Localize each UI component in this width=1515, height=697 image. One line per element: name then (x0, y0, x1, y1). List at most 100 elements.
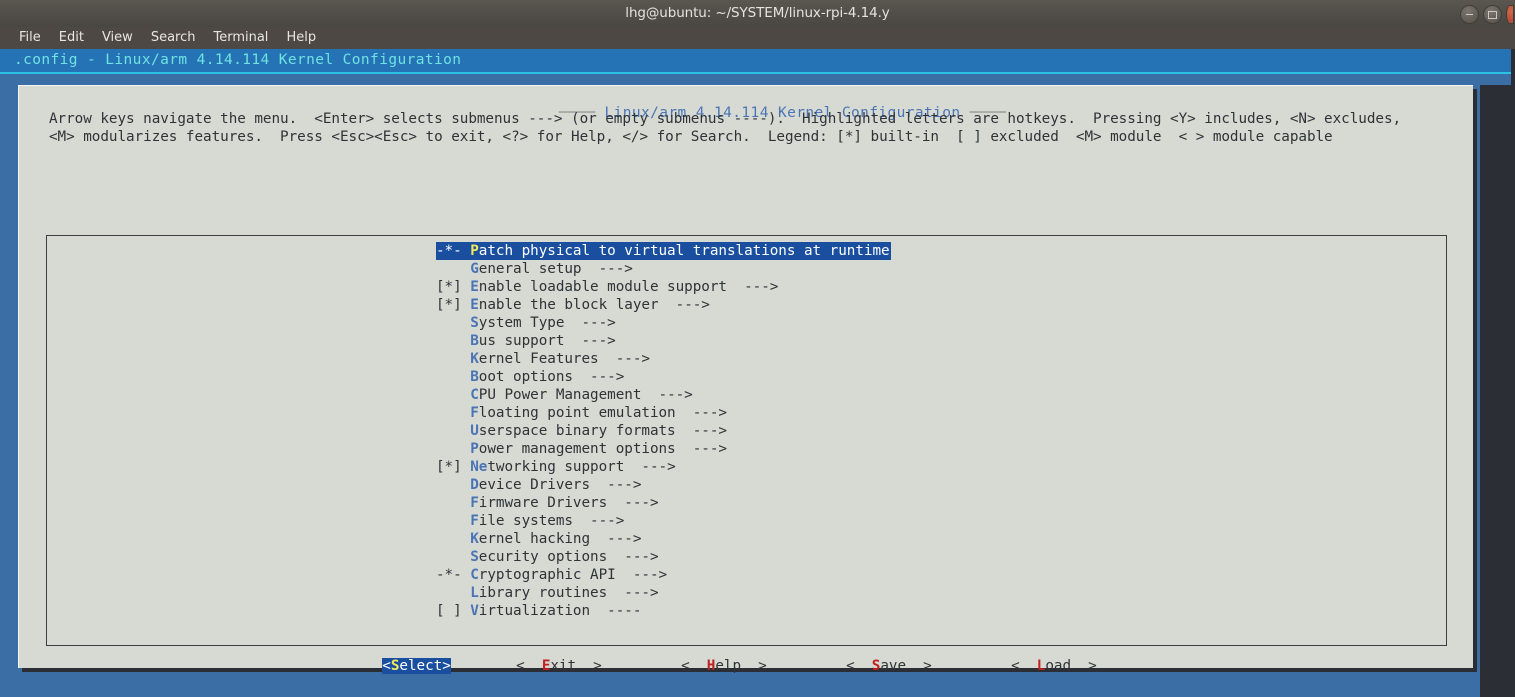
menu-item-marker (436, 531, 470, 547)
menu-item-submenu-arrow: ---- (590, 603, 642, 619)
menu-item-hotkey: E (470, 279, 479, 295)
menu-item-label: oot options (478, 369, 573, 385)
menu-list-item[interactable]: Kernel hacking ---> (47, 530, 1446, 548)
menu-item-label: tworking support (487, 459, 625, 475)
menu-item-submenu-arrow: ---> (564, 315, 616, 331)
menu-item-submenu-arrow: ---> (624, 459, 676, 475)
window-controls (1460, 5, 1514, 24)
button-label: xit (550, 658, 577, 674)
minimize-button[interactable] (1460, 5, 1479, 24)
menu-item-label: ernel hacking (478, 531, 591, 547)
menu-item-submenu-arrow: ---> (564, 333, 616, 349)
menu-list-item[interactable]: General setup ---> (47, 260, 1446, 278)
menu-item-submenu-arrow: ---> (641, 387, 693, 403)
button-suffix: > (442, 658, 451, 674)
button-gap (946, 658, 997, 674)
close-button[interactable] (1506, 5, 1514, 24)
menu-item-label: ystem Type (478, 315, 565, 331)
menu-item-hotkey: P (470, 441, 479, 457)
menu-item-hotkey: F (470, 513, 479, 529)
menu-item-hotkey: C (470, 387, 479, 403)
menu-item-search[interactable]: Search (142, 28, 205, 48)
menu-item-view[interactable]: View (93, 28, 142, 48)
menu-item-help[interactable]: Help (277, 28, 325, 48)
menu-item-submenu-arrow: ---> (607, 549, 659, 565)
menu-item-label: ernel Features (478, 351, 599, 367)
menu-item-label: ecurity options (478, 549, 608, 565)
menu-item-hotkey: S (470, 315, 479, 331)
menu-item-submenu-arrow: ---> (615, 567, 668, 583)
menu-item-file[interactable]: File (10, 28, 50, 48)
menu-list-item[interactable]: Kernel Features ---> (47, 350, 1446, 368)
menu-item-label: us support (478, 333, 565, 349)
menu-item-submenu-arrow: ---> (675, 441, 727, 457)
button-suffix: > (741, 658, 767, 674)
menu-bar: File Edit View Search Terminal Help (0, 27, 1515, 49)
button-label: elect (399, 658, 443, 674)
load-button[interactable]: < Load > (997, 658, 1111, 674)
menu-list-item[interactable]: Security options ---> (47, 548, 1446, 566)
menu-item-label: loating point emulation (478, 405, 676, 421)
help-line-1: Arrow keys navigate the menu. <Enter> se… (49, 111, 1402, 127)
menu-list-item[interactable]: -*- Cryptographic API ---> (47, 566, 1446, 584)
menu-item-marker (436, 495, 470, 511)
menu-item-hotkey: B (470, 333, 479, 349)
menu-item-marker: [*] (436, 459, 471, 475)
menu-list-item[interactable]: Userspace binary formats ---> (47, 422, 1446, 440)
menu-list-item[interactable]: File systems ---> (47, 512, 1446, 530)
button-gap (451, 658, 502, 674)
menu-item-terminal[interactable]: Terminal (204, 28, 277, 48)
menu-item-hotkey: C (470, 567, 479, 583)
button-prefix: < (382, 658, 391, 674)
exit-button[interactable]: < Exit > (502, 658, 616, 674)
close-icon (1507, 6, 1513, 23)
menu-item-hotkey: K (470, 531, 479, 547)
menu-list-item[interactable]: Bus support ---> (47, 332, 1446, 350)
help-text: Arrow keys navigate the menu. <Enter> se… (49, 110, 1401, 146)
menu-item-submenu-arrow: ---> (590, 531, 642, 547)
menu-list-item[interactable]: Power management options ---> (47, 440, 1446, 458)
menu-item-marker (436, 369, 470, 385)
select-button[interactable]: <Select> (382, 658, 451, 674)
menu-item-edit[interactable]: Edit (50, 28, 93, 48)
button-suffix: > (576, 658, 602, 674)
menu-item-hotkey: K (470, 351, 479, 367)
menu-item-hotkey: Ne (470, 459, 488, 475)
menu-item-selection: -*- Patch physical to virtual translatio… (436, 242, 891, 260)
maximize-button[interactable] (1483, 5, 1502, 24)
menu-list-item[interactable]: Firmware Drivers ---> (47, 494, 1446, 512)
menu-list-item[interactable]: [*] Enable the block layer ---> (47, 296, 1446, 314)
menu-list-item[interactable]: -*- Patch physical to virtual translatio… (47, 242, 1446, 260)
menu-item-submenu-arrow: ---> (572, 513, 625, 529)
menu-item-hotkey: S (470, 549, 479, 565)
menu-item-submenu-arrow: ---> (726, 279, 779, 295)
menu-list-item[interactable]: Library routines ---> (47, 584, 1446, 602)
maximize-icon (1484, 6, 1501, 23)
menu-item-hotkey: E (470, 297, 479, 313)
menu-item-submenu-arrow: ---> (581, 261, 633, 277)
menu-item-label: nable loadable module support (478, 279, 727, 295)
menu-list-item[interactable]: [*] Enable loadable module support ---> (47, 278, 1446, 296)
menu-item-marker (436, 405, 470, 421)
menuconfig-dialog: ──── Linux/arm 4.14.114 Kernel Configura… (18, 85, 1473, 674)
menu-list-item[interactable]: Floating point emulation ---> (47, 404, 1446, 422)
menu-item-label: atch physical to virtual translations at… (478, 243, 890, 259)
menu-item-marker (436, 441, 470, 457)
menu-list-item[interactable]: [ ] Virtualization ---- (47, 602, 1446, 620)
help-line-2: <M> modularizes features. Press <Esc><Es… (49, 129, 1333, 145)
help-button[interactable]: < Help > (667, 658, 781, 674)
menu-list-item[interactable]: CPU Power Management ---> (47, 386, 1446, 404)
menu-list-item[interactable]: Boot options ---> (47, 368, 1446, 386)
menu-list-item[interactable]: System Type ---> (47, 314, 1446, 332)
menu-item-label: irmware Drivers (478, 495, 608, 511)
menu-list-item[interactable]: Device Drivers ---> (47, 476, 1446, 494)
menu-item-hotkey: P (470, 243, 479, 259)
menu-item-marker: [*] (436, 297, 471, 313)
button-suffix: > (1071, 658, 1097, 674)
button-label: ave (880, 658, 907, 674)
menu-item-label: nable the block layer (478, 297, 659, 313)
save-button[interactable]: < Save > (832, 658, 946, 674)
menu-listbox[interactable]: -*- Patch physical to virtual translatio… (46, 235, 1447, 646)
menu-item-marker (436, 513, 470, 529)
menu-list-item[interactable]: [*] Networking support ---> (47, 458, 1446, 476)
